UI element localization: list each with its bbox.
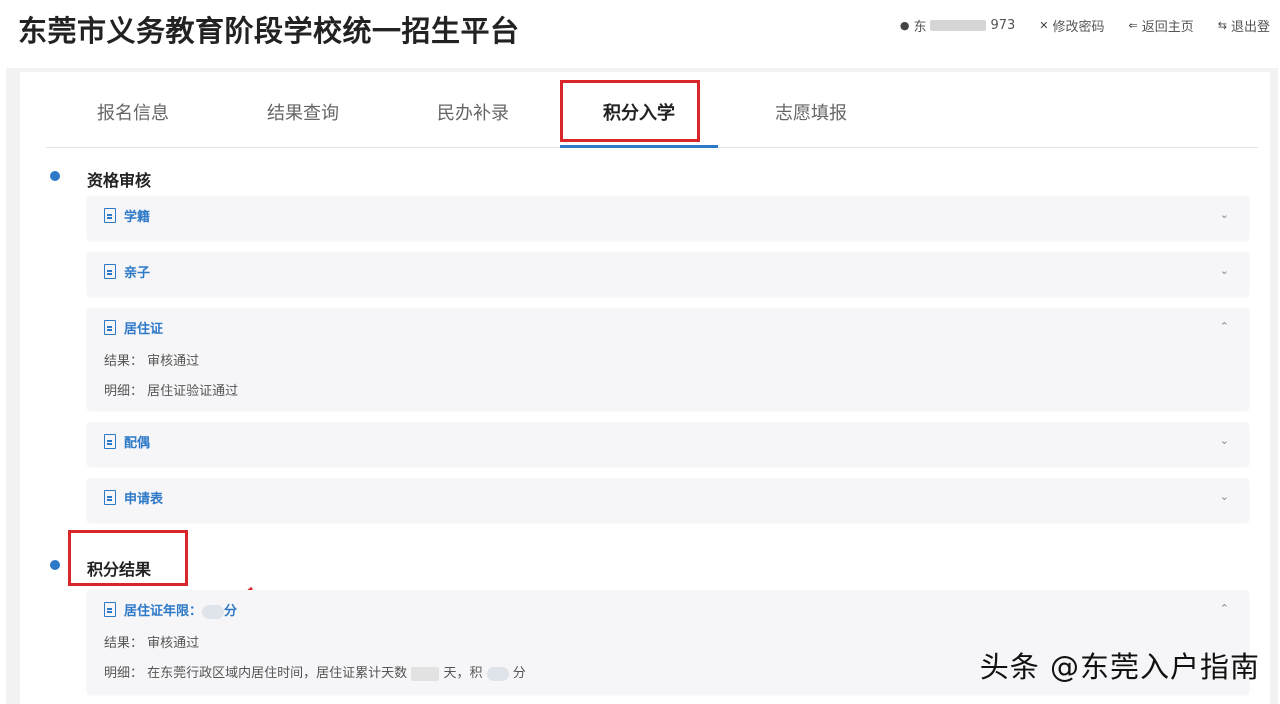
audit-item-header[interactable]: 居住证 xyxy=(104,318,163,337)
points-result-row: 结果： 审核通过 xyxy=(104,632,199,651)
logout-label: 退出登 xyxy=(1230,20,1270,35)
back-icon: ⇐ xyxy=(1128,19,1138,32)
tab-registration-info[interactable]: 报名信息 xyxy=(78,82,188,148)
result-value: 审核通过 xyxy=(147,354,200,369)
header-actions: ● 东 973 ✕ 修改密码 ⇐ 返回主页 ⇆ 退出登 xyxy=(900,16,1270,35)
document-icon xyxy=(104,434,116,449)
result-label: 结果： xyxy=(104,354,144,369)
document-icon xyxy=(104,490,116,505)
main-panel: 报名信息 结果查询 民办补录 积分入学 志愿填报 资格审核 学籍 ⌄ 亲子 ⌄ xyxy=(20,72,1270,704)
detail-label: 明细： xyxy=(104,384,144,399)
result-value: 审核通过 xyxy=(147,636,200,651)
tab-preference-filling[interactable]: 志愿填报 xyxy=(756,82,866,148)
audit-item-name: 居住证 xyxy=(124,322,164,337)
change-password-link[interactable]: ✕ 修改密码 xyxy=(1039,16,1104,35)
close-icon: ✕ xyxy=(1039,19,1049,32)
top-header: 东莞市义务教育阶段学校统一招生平台 ● 东 973 ✕ 修改密码 ⇐ 返回主页 … xyxy=(0,0,1280,66)
result-label: 结果： xyxy=(104,636,144,651)
points-detail-row: 明细： 在东莞行政区域内居住时间，居住证累计天数 天，积 分 xyxy=(104,662,526,681)
tab-result-query[interactable]: 结果查询 xyxy=(248,82,358,148)
site-title: 东莞市义务教育阶段学校统一招生平台 xyxy=(18,14,520,48)
points-item-name: 居住证年限： 分 xyxy=(124,600,237,619)
detail-value-c: 分 xyxy=(512,666,526,681)
masked-day-count xyxy=(411,666,440,681)
watermark-text: 头条 @东莞入户指南 xyxy=(979,650,1260,684)
content-shell: 报名信息 结果查询 民办补录 积分入学 志愿填报 资格审核 学籍 ⌄ 亲子 ⌄ xyxy=(6,68,1278,704)
audit-item-header[interactable]: 配偶 xyxy=(104,432,150,451)
audit-item-application-form[interactable]: 申请表 ⌄ xyxy=(87,478,1249,522)
audit-item-name: 学籍 xyxy=(124,210,151,225)
user-name-prefix: 东 xyxy=(913,20,927,35)
detail-value-b: 天，积 xyxy=(443,666,483,681)
section-title-points-result: 积分结果 xyxy=(87,560,152,579)
chevron-down-icon[interactable]: ⌄ xyxy=(1220,434,1229,447)
audit-item-name: 亲子 xyxy=(124,266,151,281)
user-name-suffix: 973 xyxy=(990,18,1016,33)
audit-item-name: 配偶 xyxy=(124,436,151,451)
section-dot xyxy=(50,171,60,181)
audit-item-header[interactable]: 亲子 xyxy=(104,262,150,281)
audit-result-row: 结果： 审核通过 xyxy=(104,350,199,369)
tab-bar: 报名信息 结果查询 民办补录 积分入学 志愿填报 xyxy=(46,82,1258,148)
document-icon xyxy=(104,264,116,279)
masked-points xyxy=(486,666,509,681)
detail-value-a: 在东莞行政区域内居住时间，居住证累计天数 xyxy=(147,666,408,681)
chevron-down-icon[interactable]: ⌄ xyxy=(1220,490,1229,503)
audit-item-header[interactable]: 学籍 xyxy=(104,206,150,225)
points-item-label: 居住证年限： xyxy=(124,604,203,619)
logout-icon: ⇆ xyxy=(1217,19,1227,32)
masked-points-value xyxy=(202,604,225,619)
points-item-header[interactable]: 居住证年限： 分 xyxy=(104,600,237,619)
user-icon: ● xyxy=(899,19,910,32)
audit-item-parent-child[interactable]: 亲子 ⌄ xyxy=(87,252,1249,296)
document-icon xyxy=(104,208,116,223)
user-account-link[interactable]: ● 东 973 xyxy=(900,16,1015,35)
section-dot xyxy=(50,560,60,570)
chevron-down-icon[interactable]: ⌄ xyxy=(1220,264,1229,277)
tab-points-admission[interactable]: 积分入学 xyxy=(560,82,718,148)
detail-label: 明细： xyxy=(104,666,144,681)
audit-item-name: 申请表 xyxy=(124,492,164,507)
chevron-up-icon[interactable]: ⌃ xyxy=(1220,602,1229,615)
chevron-up-icon[interactable]: ⌃ xyxy=(1220,320,1229,333)
document-icon xyxy=(104,602,116,617)
tab-private-supplement[interactable]: 民办补录 xyxy=(418,82,528,148)
chevron-down-icon[interactable]: ⌄ xyxy=(1220,208,1229,221)
audit-item-spouse[interactable]: 配偶 ⌄ xyxy=(87,422,1249,466)
audit-detail-row: 明细： 居住证验证通过 xyxy=(104,380,238,399)
masked-user-name xyxy=(930,20,987,31)
audit-item-student-status[interactable]: 学籍 ⌄ xyxy=(87,196,1249,240)
logout-link[interactable]: ⇆ 退出登 xyxy=(1218,16,1270,35)
back-home-link[interactable]: ⇐ 返回主页 xyxy=(1129,16,1194,35)
back-home-label: 返回主页 xyxy=(1141,20,1194,35)
section-title-qualification: 资格审核 xyxy=(87,171,152,190)
document-icon xyxy=(104,320,116,335)
points-item-unit: 分 xyxy=(224,604,238,619)
detail-value: 居住证验证通过 xyxy=(147,384,239,399)
change-password-label: 修改密码 xyxy=(1052,20,1105,35)
audit-item-residence-permit[interactable]: 居住证 ⌃ 结果： 审核通过 明细： 居住证验证通过 xyxy=(87,308,1249,410)
audit-item-header[interactable]: 申请表 xyxy=(104,488,163,507)
